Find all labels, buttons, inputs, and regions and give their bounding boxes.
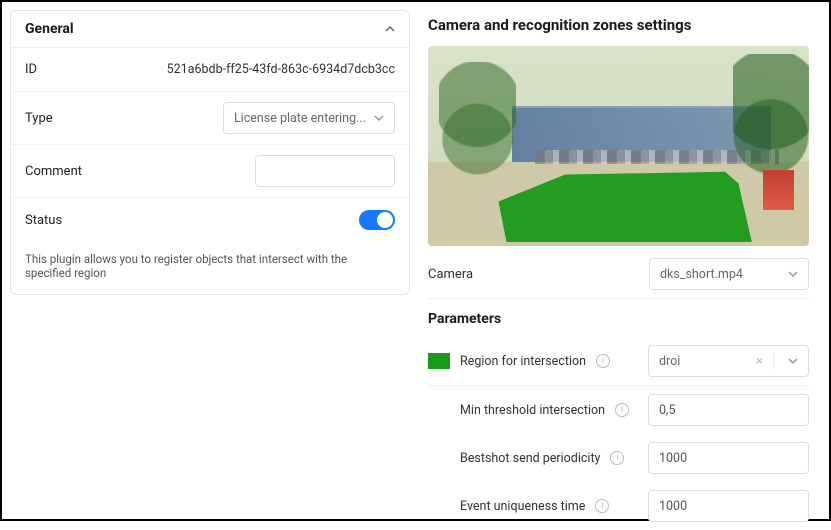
region-control: droi × [648, 345, 809, 377]
chevron-down-icon [788, 269, 798, 279]
region-label: Region for intersection [460, 354, 586, 369]
param-region-left: Region for intersection i [428, 353, 648, 369]
uniqueness-input-wrapper [648, 490, 809, 522]
id-value: 521a6bdb-ff25-43fd-863c-6934d7dcb3cc [167, 62, 395, 77]
preview-tree-left [439, 62, 515, 202]
right-column: Camera and recognition zones settings Ca… [410, 10, 821, 511]
row-id: ID 521a6bdb-ff25-43fd-863c-6934d7dcb3cc [11, 48, 409, 92]
uniqueness-input[interactable] [659, 499, 798, 514]
row-comment: Comment [11, 145, 409, 198]
type-select[interactable]: License plate entering... [223, 102, 395, 134]
type-label: Type [25, 111, 53, 126]
bestshot-label: Bestshot send periodicity [460, 451, 600, 466]
general-header[interactable]: General [11, 11, 409, 48]
uniqueness-control [648, 490, 809, 522]
row-status: Status [11, 198, 409, 242]
bestshot-input[interactable] [659, 451, 798, 466]
type-select-value: License plate entering... [234, 111, 366, 126]
region-select-value: droi [659, 354, 680, 369]
camera-select[interactable]: dks_short.mp4 [649, 258, 809, 290]
param-bestshot: Bestshot send periodicity i [428, 434, 809, 482]
general-description: This plugin allows you to register objec… [11, 242, 409, 294]
region-color-swatch[interactable] [428, 353, 450, 369]
param-uniqueness: Event uniqueness time i [428, 482, 809, 530]
preview-awning [763, 170, 793, 210]
row-type: Type License plate entering... [11, 92, 409, 145]
min-threshold-label: Min threshold intersection [460, 403, 605, 418]
camera-label: Camera [428, 267, 473, 282]
param-bestshot-left: Bestshot send periodicity i [428, 451, 648, 466]
id-label: ID [25, 62, 37, 77]
status-toggle[interactable] [359, 210, 395, 230]
min-threshold-input[interactable] [659, 403, 798, 418]
general-card: General ID 521a6bdb-ff25-43fd-863c-6934d… [10, 10, 410, 295]
info-icon[interactable]: i [596, 354, 610, 368]
param-min-threshold-left: Min threshold intersection i [428, 403, 648, 418]
param-min-threshold: Min threshold intersection i [428, 386, 809, 434]
select-divider [773, 352, 774, 370]
param-region: Region for intersection i droi × [428, 337, 809, 386]
bestshot-input-wrapper [648, 442, 809, 474]
general-title: General [25, 21, 74, 37]
comment-input-wrapper [255, 155, 395, 187]
camera-select-value: dks_short.mp4 [660, 267, 743, 282]
status-label: Status [25, 213, 62, 228]
left-column: General ID 521a6bdb-ff25-43fd-863c-6934d… [10, 10, 410, 511]
comment-input[interactable] [266, 164, 384, 179]
page-wrapper: General ID 521a6bdb-ff25-43fd-863c-6934d… [0, 0, 831, 521]
camera-preview[interactable] [428, 46, 809, 246]
info-icon[interactable]: i [615, 403, 629, 417]
param-uniqueness-left: Event uniqueness time i [428, 499, 648, 514]
chevron-down-icon [374, 113, 384, 123]
right-title: Camera and recognition zones settings [428, 16, 809, 34]
comment-label: Comment [25, 164, 82, 179]
info-icon[interactable]: i [610, 451, 624, 465]
chevron-down-icon [788, 356, 798, 366]
parameters-title: Parameters [428, 311, 809, 327]
camera-row: Camera dks_short.mp4 [428, 246, 809, 299]
clear-icon[interactable]: × [752, 354, 767, 369]
chevron-up-icon [385, 24, 395, 34]
region-select[interactable]: droi × [648, 345, 809, 377]
info-icon[interactable]: i [595, 499, 609, 513]
min-threshold-control [648, 394, 809, 426]
min-threshold-input-wrapper [648, 394, 809, 426]
uniqueness-label: Event uniqueness time [460, 499, 585, 514]
bestshot-control [648, 442, 809, 474]
